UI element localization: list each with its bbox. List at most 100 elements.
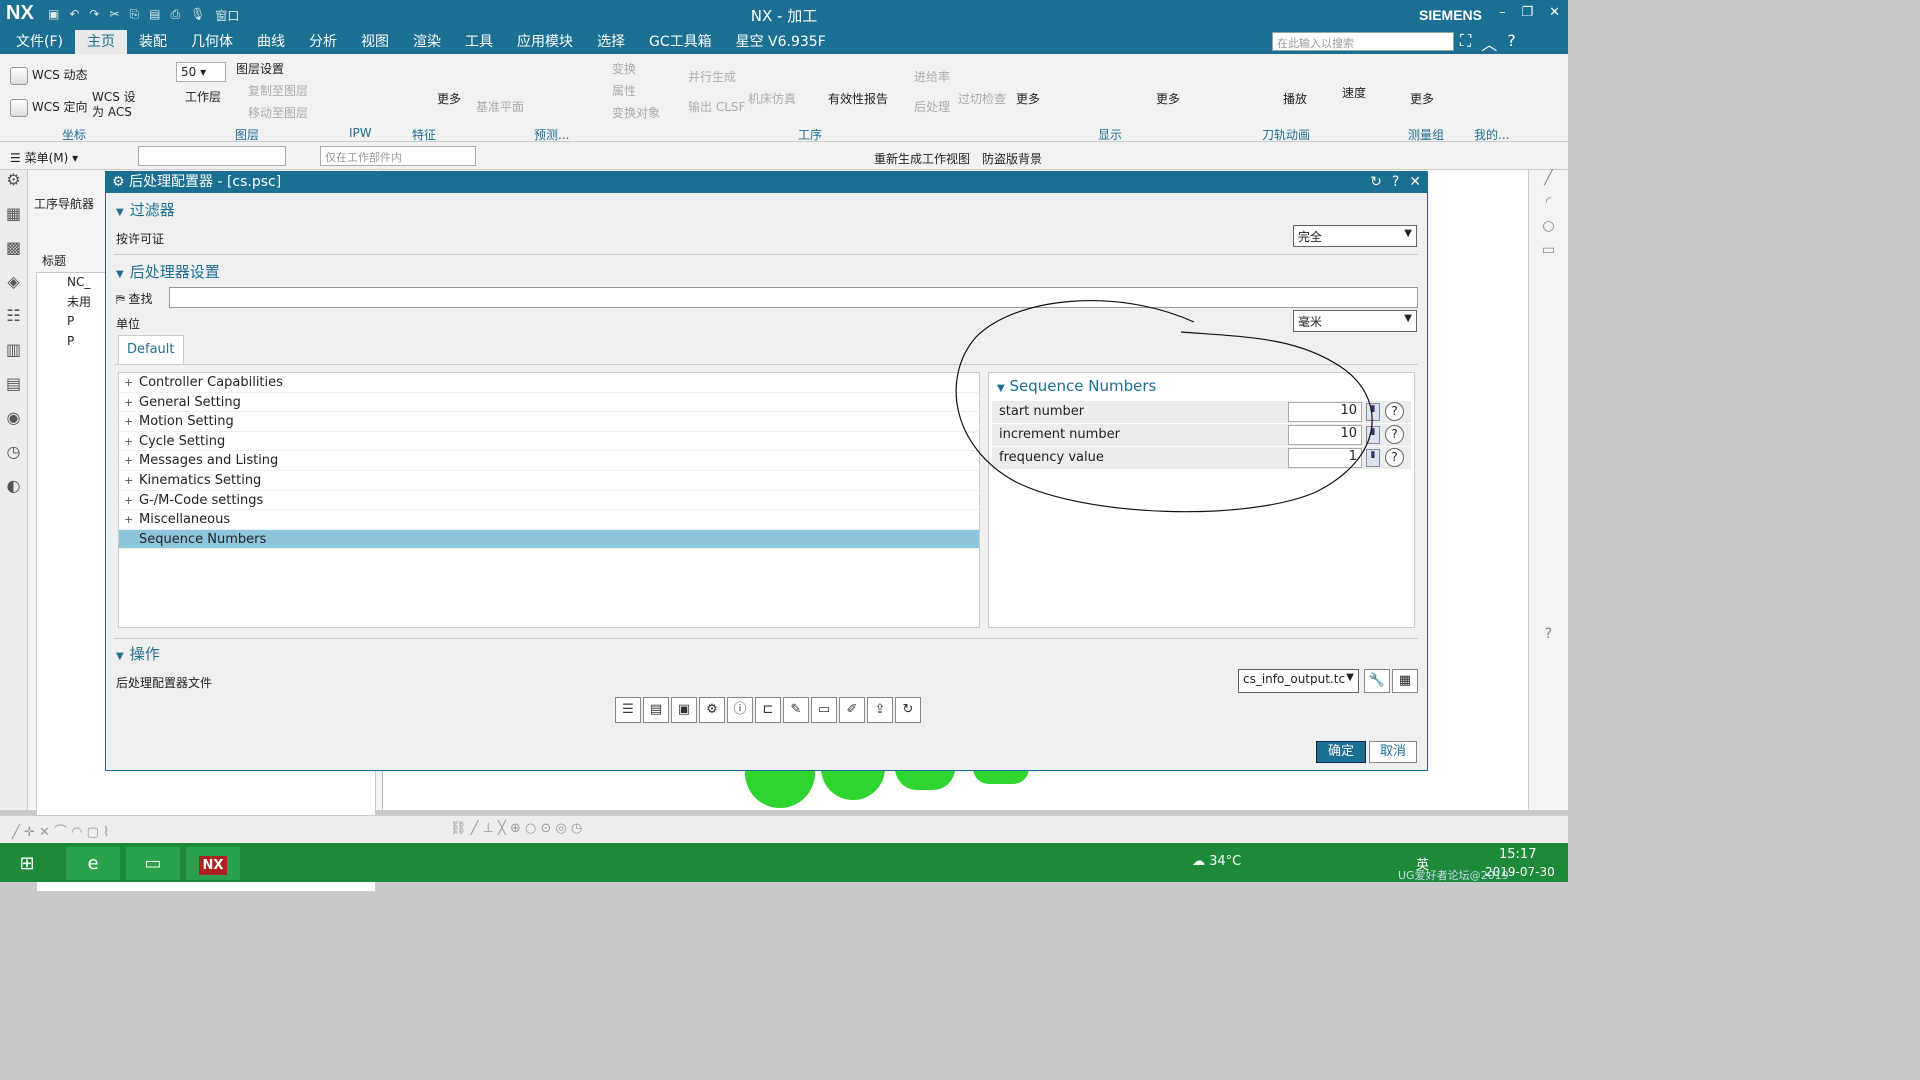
expand-icon[interactable]: + (124, 393, 133, 413)
restore-button[interactable]: ❐ (1521, 5, 1533, 20)
help-icon[interactable]: ? (1385, 402, 1404, 421)
snap-point-icons[interactable]: ⛓ ╱ ⊥ ╳ ⊕ ○ ⊙ ◎ ◷ (450, 821, 582, 836)
more-button-3[interactable]: 更多 (1156, 90, 1180, 107)
circle-icon[interactable]: ○ (1529, 218, 1568, 242)
line-icon[interactable]: ╱ (1529, 170, 1568, 194)
assembly-navigator-icon[interactable]: ▩ (0, 238, 27, 272)
action-section-header[interactable]: ▼ 操作 (116, 643, 160, 664)
collapse-ribbon-icon[interactable]: ︿ (1481, 31, 1497, 55)
def-file-icon[interactable]: ▤ (643, 697, 669, 723)
speed-slider[interactable]: 速度 (1342, 84, 1366, 101)
move-to-layer-button[interactable]: 移动至图层 (248, 104, 308, 121)
more-button-2[interactable]: 更多 (1016, 90, 1040, 107)
menu-xingkong[interactable]: 星空 V6.935F (724, 30, 838, 54)
tree-item[interactable]: + Miscellaneous (119, 510, 979, 530)
gear-icon[interactable]: ⚙ (0, 170, 27, 204)
menu-button[interactable]: ☰ 菜单(M) ▾ (10, 149, 78, 166)
type-filter-select[interactable] (138, 146, 286, 166)
output-clsf-button[interactable]: 输出 CLSF (688, 98, 745, 115)
web-browser-icon[interactable]: ◉ (0, 408, 27, 442)
tree-item[interactable]: + Kinematics Setting (119, 471, 979, 491)
help-icon[interactable]: ? (1385, 448, 1404, 467)
cancel-button[interactable]: 取消 (1369, 741, 1417, 763)
tree-item[interactable]: + Motion Setting (119, 412, 979, 432)
menu-home[interactable]: 主页 (74, 30, 127, 54)
info-icon[interactable]: ⓘ (727, 697, 753, 723)
snap-icons[interactable]: ╱ ✛ ✕ ⌒ ◠ ▢ ⌇ (12, 821, 109, 840)
machine-sim-button[interactable]: 机床仿真 (748, 90, 796, 107)
list-view-icon[interactable]: ☰ (615, 697, 641, 723)
settings-file-icon[interactable]: ▦ (1392, 669, 1418, 693)
part-navigator-icon[interactable]: ▦ (0, 204, 27, 238)
export-icon[interactable]: ⇪ (867, 697, 893, 723)
menu-render[interactable]: 渲染 (401, 30, 453, 54)
menu-gc-toolbox[interactable]: GC工具箱 (637, 30, 724, 54)
save-icon[interactable]: ▭ (811, 697, 837, 723)
expand-icon[interactable]: + (124, 373, 133, 393)
tree-item[interactable]: + General Setting (119, 393, 979, 413)
fullscreen-icon[interactable]: ⛶ (1460, 31, 1471, 55)
minimize-button[interactable]: – (1499, 5, 1506, 20)
wcs-acs-button[interactable]: WCS 设为 ACS (92, 90, 136, 120)
reset-icon[interactable]: ↻ (1370, 172, 1382, 193)
ie-browser-icon[interactable]: e (66, 847, 120, 880)
expand-icon[interactable]: + (124, 491, 133, 511)
library-icon[interactable]: ▤ (0, 374, 27, 408)
scope-filter-select[interactable]: 仅在工作部件内 (320, 146, 476, 166)
help-icon[interactable]: ? (1507, 31, 1516, 55)
open-folder-icon[interactable]: ⊏ (755, 697, 781, 723)
layer-select[interactable]: 50 ▾ (176, 62, 226, 82)
palette-icon[interactable]: ◐ (0, 476, 27, 510)
menu-tools[interactable]: 工具 (453, 30, 505, 54)
menu-geometry[interactable]: 几何体 (179, 30, 245, 54)
report-icon[interactable]: ▣ (671, 697, 697, 723)
wcs-orient-button[interactable]: WCS 定向 (10, 98, 88, 117)
parallel-generate-button[interactable]: 并行生成 (688, 68, 736, 85)
feed-rate-button[interactable]: 进给率 (914, 68, 950, 85)
datum-plane-button[interactable]: 基准平面 (476, 98, 524, 115)
gouge-check-button[interactable]: 过切检查 (958, 90, 1006, 107)
regen-work-view-button[interactable]: 重新生成工作视图 (874, 150, 970, 167)
transform-button[interactable]: 变换 (612, 60, 636, 77)
menu-analysis[interactable]: 分析 (297, 30, 349, 54)
refresh-icon[interactable]: ↻ (895, 697, 921, 723)
operation-navigator-icon[interactable]: ☷ (0, 306, 27, 340)
more-button-4[interactable]: 更多 (1410, 90, 1434, 107)
menu-assembly[interactable]: 装配 (127, 30, 179, 54)
nx-app-icon[interactable]: NX (186, 847, 240, 880)
tree-item-selected[interactable]: Sequence Numbers (119, 529, 979, 550)
menu-applications[interactable]: 应用模块 (505, 30, 585, 54)
settings-section-header[interactable]: ▼ 后处理器设置 (116, 261, 220, 282)
menu-curve[interactable]: 曲线 (245, 30, 297, 54)
attribute-button[interactable]: 属性 (612, 82, 636, 99)
anti-piracy-bg-button[interactable]: 防盗版背景 (982, 150, 1042, 167)
rectangle-icon[interactable]: ▭ (1529, 242, 1568, 266)
tab-default[interactable]: Default (118, 335, 184, 365)
expand-icon[interactable]: + (124, 451, 133, 471)
play-button[interactable]: 播放 (1283, 90, 1307, 107)
license-select[interactable]: 完全 ▼ (1293, 225, 1417, 247)
command-search-input[interactable]: 在此输入以搜索 (1272, 32, 1454, 51)
layer-settings-button[interactable]: 图层设置 (236, 60, 284, 77)
more-button-1[interactable]: 更多 (437, 90, 461, 107)
validity-report-button[interactable]: 有效性报告 (828, 90, 888, 107)
wcs-dynamic-button[interactable]: WCS 动态 (10, 66, 88, 85)
help-circle-icon[interactable]: ? (1529, 626, 1568, 650)
machine-tool-icon[interactable]: ▥ (0, 340, 27, 374)
menu-select[interactable]: 选择 (585, 30, 637, 54)
machine-icon[interactable]: ⚙ (699, 697, 725, 723)
config-file-select[interactable]: cs_info_output.tc ▼ (1238, 669, 1359, 693)
ok-button[interactable]: 确定 (1316, 741, 1366, 763)
help-icon[interactable]: ? (1392, 172, 1399, 193)
transform-object-button[interactable]: 变换对象 (612, 104, 660, 121)
menu-view[interactable]: 视图 (349, 30, 401, 54)
history-icon[interactable]: ◷ (0, 442, 27, 476)
close-icon[interactable]: ✕ (1409, 172, 1421, 193)
expand-icon[interactable]: + (124, 432, 133, 452)
filter-section-header[interactable]: ▼ 过滤器 (116, 199, 175, 220)
close-button[interactable]: ✕ (1549, 5, 1560, 20)
tree-item[interactable]: + Cycle Setting (119, 432, 979, 452)
tree-item[interactable]: + Messages and Listing (119, 451, 979, 471)
postprocess-button[interactable]: 后处理 (914, 98, 950, 115)
expand-icon[interactable]: + (124, 471, 133, 491)
